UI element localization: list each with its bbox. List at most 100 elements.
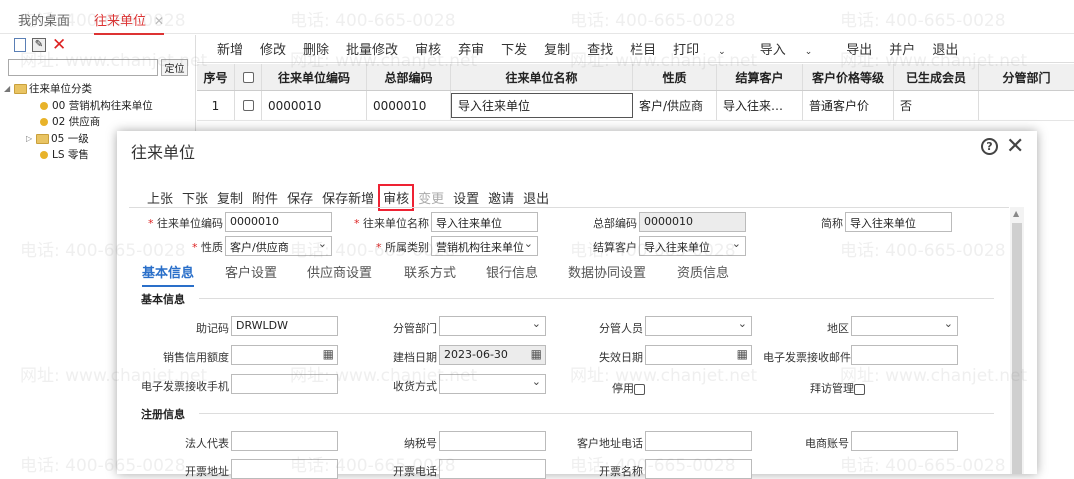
calculator-icon[interactable]: ▦ (323, 347, 334, 361)
approve-button[interactable]: 审核 (415, 39, 441, 58)
print-button[interactable]: 打印 ⌄ (673, 39, 743, 58)
calendar-icon[interactable]: ▦ (531, 347, 542, 361)
next-button[interactable]: 下张 (182, 188, 208, 207)
cell: 0000010 (367, 91, 451, 120)
invite-button[interactable]: 邀请 (488, 188, 514, 207)
scroll-up-icon[interactable]: ▲ (1013, 209, 1019, 218)
col-seq[interactable]: 序号 (197, 64, 235, 90)
tree-item[interactable]: 00 营销机构往来单位 (4, 98, 153, 115)
dept-select[interactable]: ⌄ (439, 316, 546, 336)
expand-icon[interactable]: ◢ (4, 81, 14, 98)
save-new-button[interactable]: 保存新增 (322, 188, 374, 207)
vertical-scrollbar[interactable]: ▲ (1010, 207, 1024, 474)
exit-button[interactable]: 退出 (932, 39, 958, 58)
leaf-icon (40, 118, 48, 127)
export-button[interactable]: 导出 (846, 39, 872, 58)
collapse-icon[interactable]: ▷ (26, 131, 36, 148)
tax-no-field[interactable] (439, 431, 546, 451)
subtab-bank[interactable]: 银行信息 (486, 262, 538, 281)
delete-icon[interactable]: ✕ (52, 37, 66, 54)
import-button[interactable]: 导入 ⌄ (760, 39, 830, 58)
scroll-thumb[interactable] (1012, 223, 1022, 474)
exit-button[interactable]: 退出 (523, 188, 549, 207)
locate-button[interactable]: 定位 (161, 59, 188, 76)
col-select[interactable] (235, 64, 262, 90)
subtab-basic[interactable]: 基本信息 (142, 262, 195, 287)
visit-checkbox[interactable] (854, 383, 865, 395)
disabled-checkbox[interactable] (634, 383, 645, 395)
col-dept[interactable]: 分管部门 (979, 64, 1074, 90)
mnemonic-field[interactable]: DRWLDW (231, 316, 338, 336)
credit-field[interactable]: ▦ (231, 345, 338, 365)
delete-button[interactable]: 删除 (303, 39, 329, 58)
subtab-supplier[interactable]: 供应商设置 (307, 262, 372, 281)
category-search-input[interactable] (8, 59, 158, 76)
cell-active[interactable]: 导入往来单位 (451, 93, 633, 118)
col-price-level[interactable]: 客户价格等级 (803, 64, 894, 90)
invoice-addr-field[interactable] (231, 459, 338, 479)
tree-root[interactable]: ◢ 往来单位分类 (4, 81, 153, 98)
section-divider (199, 413, 994, 414)
settle-value: 导入往来单位 (644, 241, 710, 254)
unapprove-button[interactable]: 弃审 (458, 39, 484, 58)
subtab-customer[interactable]: 客户设置 (225, 262, 277, 281)
col-settle[interactable]: 结算客户 (717, 64, 803, 90)
col-member[interactable]: 已生成会员 (894, 64, 979, 90)
region-select[interactable]: ⌄ (851, 316, 958, 336)
col-hq-code[interactable]: 总部编码 (367, 64, 451, 90)
attachment-button[interactable]: 附件 (252, 188, 278, 207)
settle-select[interactable]: 导入往来单位 ⌄ (639, 236, 746, 256)
prev-button[interactable]: 上张 (147, 188, 173, 207)
leaf-icon (40, 151, 48, 160)
ecom-account-field[interactable] (851, 431, 958, 451)
einvoice-email-field[interactable] (851, 345, 958, 365)
modify-button[interactable]: 修改 (260, 39, 286, 58)
dispatch-button[interactable]: 下发 (501, 39, 527, 58)
expire-date-field[interactable]: ▦ (645, 345, 752, 365)
subtab-contact[interactable]: 联系方式 (404, 262, 456, 281)
page-tabs: 我的桌面 往来单位 ✕ (0, 0, 1074, 35)
find-button[interactable]: 查找 (587, 39, 613, 58)
close-tab-icon[interactable]: ✕ (154, 14, 164, 28)
select-all-checkbox[interactable] (242, 71, 254, 83)
subtab-sync[interactable]: 数据协同设置 (568, 262, 646, 281)
legal-rep-field[interactable] (231, 431, 338, 451)
tree-item[interactable]: 02 供应商 (4, 114, 153, 131)
change-button[interactable]: 变更 (418, 188, 444, 207)
nature-select[interactable]: 客户/供应商 ⌄ (225, 236, 332, 256)
copy-button[interactable]: 复制 (217, 188, 243, 207)
save-button[interactable]: 保存 (287, 188, 313, 207)
table-header: 序号 往来单位编码 总部编码 往来单位名称 性质 结算客户 客户价格等级 已生成… (197, 64, 1074, 91)
tab-desktop[interactable]: 我的桌面 (18, 10, 70, 29)
category-select[interactable]: 营销机构往来单位 ⌄ (431, 236, 538, 256)
addr-phone-field[interactable] (645, 431, 752, 451)
merge-button[interactable]: 并户 (889, 39, 915, 58)
abbr-field[interactable]: 导入往来单位 (845, 212, 952, 232)
col-code[interactable]: 往来单位编码 (262, 64, 367, 90)
invoice-name-label: 开票名称 (599, 465, 643, 478)
col-nature[interactable]: 性质 (633, 64, 717, 90)
add-button[interactable]: 新增 (217, 39, 243, 58)
help-icon[interactable]: ? (981, 138, 998, 155)
new-doc-icon[interactable] (14, 38, 26, 52)
close-icon[interactable]: ✕ (1006, 134, 1024, 159)
calendar-icon[interactable]: ▦ (737, 347, 748, 361)
name-field[interactable]: 导入往来单位 (431, 212, 538, 232)
settings-button[interactable]: 设置 (453, 188, 479, 207)
invoice-phone-field[interactable] (439, 459, 546, 479)
edit-icon[interactable]: ✎ (32, 38, 46, 52)
copy-button[interactable]: 复制 (544, 39, 570, 58)
invoice-name-field[interactable] (645, 459, 752, 479)
collect-method-select[interactable]: ⌄ (439, 374, 546, 394)
hq-code-field: 0000010 (639, 212, 746, 232)
code-field[interactable]: 0000010 (225, 212, 332, 232)
table-row[interactable]: 1 0000010 0000010 导入往来单位 客户/供应商 导入往来… 普通… (197, 91, 1074, 121)
tab-partners[interactable]: 往来单位 ✕ (94, 10, 165, 35)
einvoice-phone-field[interactable] (231, 374, 338, 394)
staff-select[interactable]: ⌄ (645, 316, 752, 336)
row-checkbox[interactable] (242, 100, 254, 111)
subtab-qualification[interactable]: 资质信息 (677, 262, 729, 281)
columns-button[interactable]: 栏目 (630, 39, 656, 58)
batch-modify-button[interactable]: 批量修改 (346, 39, 398, 58)
col-name[interactable]: 往来单位名称 (451, 64, 633, 90)
